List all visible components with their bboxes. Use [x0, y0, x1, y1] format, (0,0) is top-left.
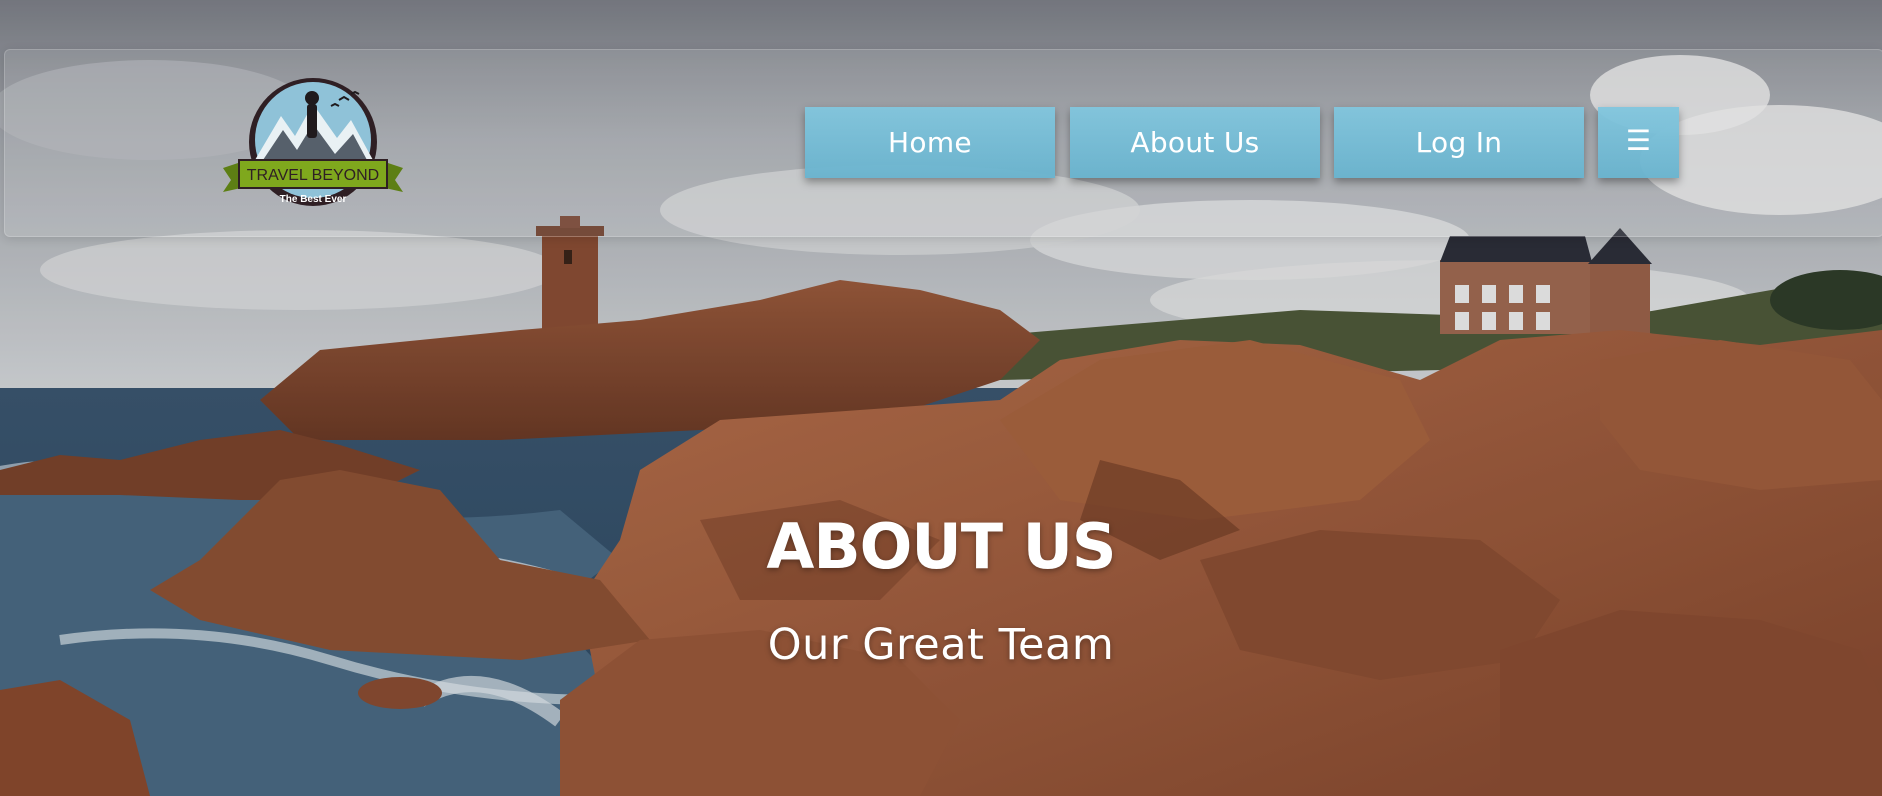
page-title: ABOUT US: [766, 510, 1116, 583]
hamburger-menu-icon: ☰: [1625, 123, 1652, 157]
logo-tagline-text: The Best Ever: [280, 194, 347, 205]
menu-toggle-button[interactable]: ☰: [1598, 107, 1679, 178]
logo-brand-text: TRAVEL BEYOND: [247, 167, 379, 184]
nav-about-button[interactable]: About Us: [1070, 107, 1320, 178]
nav-login-button[interactable]: Log In: [1334, 107, 1584, 178]
page-subtitle: Our Great Team: [767, 620, 1115, 670]
nav-login-label: Log In: [1415, 126, 1503, 159]
travel-beyond-logo[interactable]: TRAVEL BEYOND The Best Ever: [219, 76, 407, 212]
nav-home-label: Home: [888, 126, 972, 159]
nav-home-button[interactable]: Home: [805, 107, 1055, 178]
nav-about-label: About Us: [1130, 126, 1260, 159]
